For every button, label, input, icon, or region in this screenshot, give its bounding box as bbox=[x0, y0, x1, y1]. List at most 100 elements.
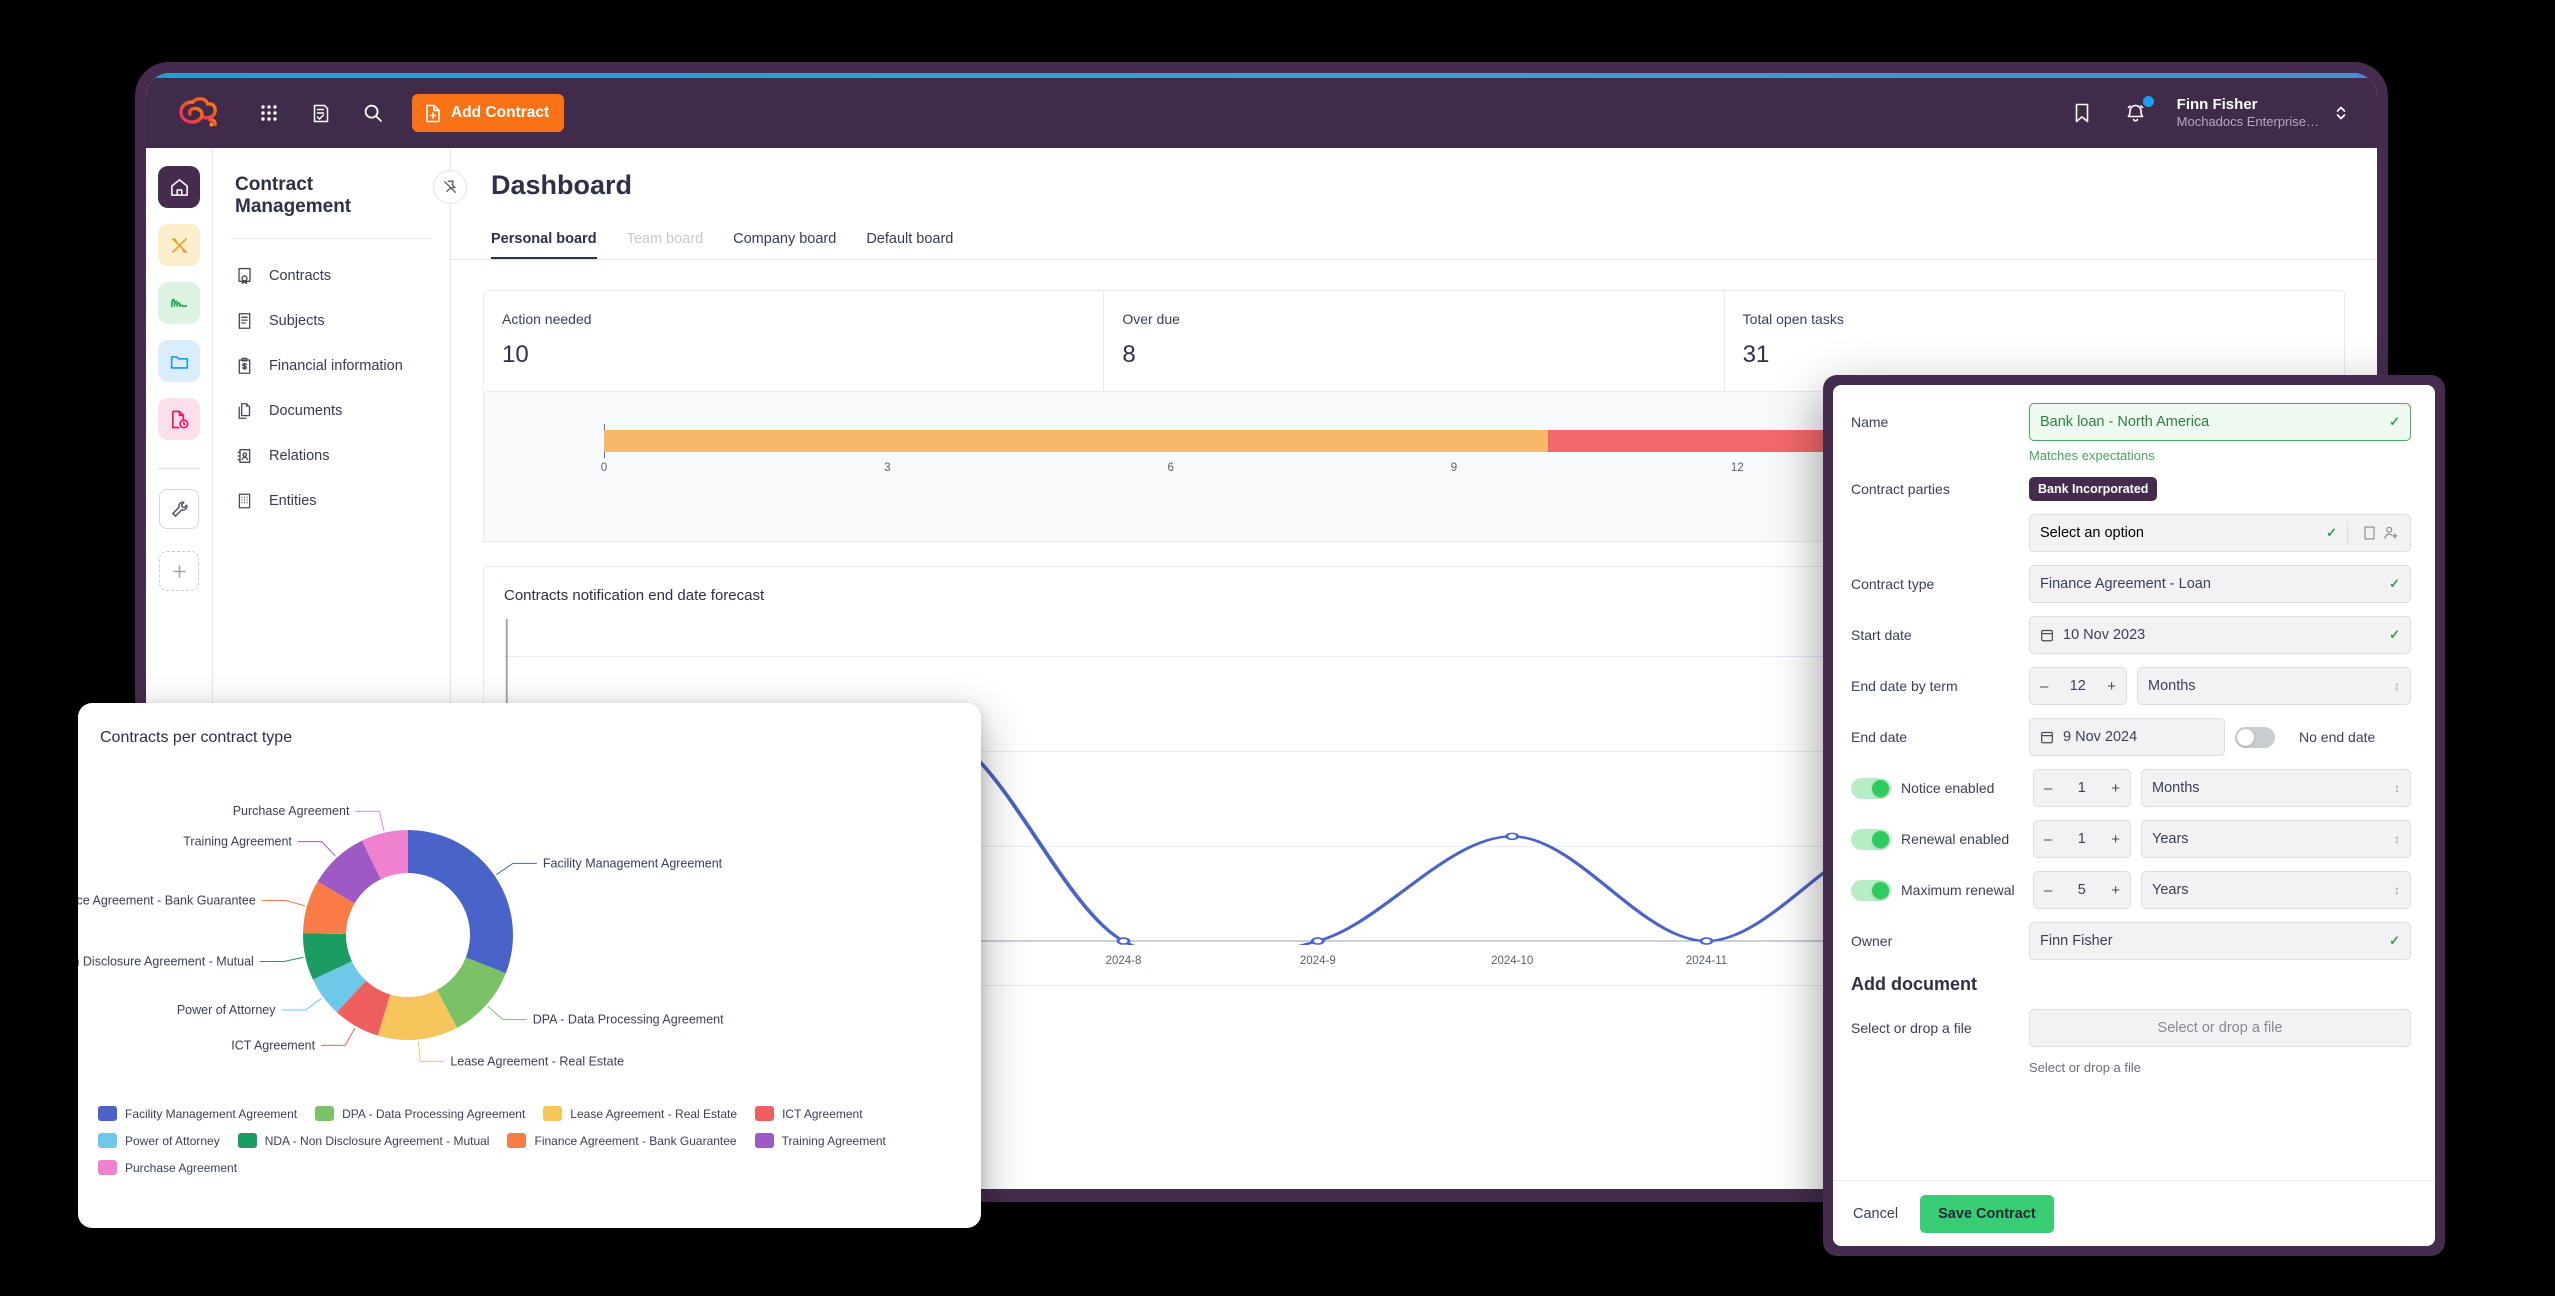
nav-item-label: Contracts bbox=[269, 267, 332, 284]
rail-item-home[interactable] bbox=[158, 166, 200, 208]
legend-swatch bbox=[507, 1133, 527, 1148]
rail-item-documents[interactable] bbox=[158, 340, 200, 382]
end-date-input[interactable]: 9 Nov 2024 bbox=[2029, 718, 2225, 756]
search-icon[interactable] bbox=[360, 100, 386, 126]
document-lines-icon bbox=[235, 311, 254, 330]
add-contract-button[interactable]: Add Contract bbox=[412, 94, 565, 132]
bar-axis-tick-label: 0 bbox=[600, 462, 608, 474]
tab-default-board[interactable]: Default board bbox=[866, 231, 953, 259]
donut-slice[interactable] bbox=[408, 830, 513, 974]
building-icon[interactable] bbox=[2358, 525, 2380, 541]
notice-decrement-button[interactable]: – bbox=[2044, 780, 2052, 797]
donut-slice-label: DPA - Data Processing Agreement bbox=[533, 1013, 724, 1027]
donut-chart-title: Contracts per contract type bbox=[100, 729, 293, 746]
nav-item-documents[interactable]: Documents bbox=[213, 388, 450, 433]
name-input[interactable]: Bank loan - North America ✓ bbox=[2029, 403, 2411, 441]
line-data-point[interactable] bbox=[1310, 937, 1325, 945]
donut-legend-item[interactable]: Training Agreement bbox=[754, 1130, 886, 1151]
donut-legend-item[interactable]: NDA - Non Disclosure Agreement - Mutual bbox=[237, 1130, 489, 1151]
rail-item-settings[interactable] bbox=[159, 489, 199, 529]
donut-legend-item[interactable]: Lease Agreement - Real Estate bbox=[543, 1103, 737, 1124]
notice-enabled-toggle[interactable] bbox=[1851, 777, 1891, 799]
line-data-point[interactable] bbox=[1699, 937, 1714, 945]
line-axis-tick-label: 2024-10 bbox=[1491, 955, 1534, 967]
rail-item-reports[interactable] bbox=[158, 398, 200, 440]
donut-chart-legend: Facility Management Agreement DPA - Data … bbox=[98, 1103, 978, 1178]
party-select[interactable]: Select an option ✓ bbox=[2029, 514, 2411, 552]
term-decrement-button[interactable]: – bbox=[2040, 678, 2048, 695]
notice-enabled-label: Notice enabled bbox=[1901, 780, 1995, 796]
contract-type-select[interactable]: Finance Agreement - Loan ✓ bbox=[2029, 565, 2411, 603]
start-date-input[interactable]: 10 Nov 2023 ✓ bbox=[2029, 616, 2411, 654]
party-chip-bank-incorporated[interactable]: Bank Incorporated bbox=[2029, 477, 2158, 501]
line-data-point[interactable] bbox=[1116, 937, 1131, 945]
field-row-start-date: Start date 10 Nov 2023 ✓ bbox=[1851, 616, 2411, 654]
user-menu[interactable]: Finn Fisher Mochadocs Enterprise… bbox=[2177, 96, 2347, 131]
tab-personal-board[interactable]: Personal board bbox=[491, 231, 597, 259]
nav-item-relations[interactable]: Relations bbox=[213, 433, 450, 478]
max-renewal-decrement-button[interactable]: – bbox=[2044, 882, 2052, 899]
name-label: Name bbox=[1851, 414, 1889, 430]
legend-label: Purchase Agreement bbox=[125, 1160, 238, 1175]
maximum-renewal-toggle[interactable] bbox=[1851, 879, 1891, 901]
nav-item-entities[interactable]: Entities bbox=[213, 478, 450, 523]
bookmark-icon[interactable] bbox=[2069, 100, 2095, 126]
legend-label: Facility Management Agreement bbox=[125, 1106, 298, 1121]
notice-increment-button[interactable]: + bbox=[2111, 780, 2120, 797]
no-end-date-toggle[interactable] bbox=[2235, 726, 2275, 748]
owner-label: Owner bbox=[1851, 933, 1893, 949]
donut-legend-item[interactable]: ICT Agreement bbox=[755, 1103, 863, 1124]
term-increment-button[interactable]: + bbox=[2107, 678, 2116, 695]
renewal-unit-select[interactable]: Years ↕ bbox=[2141, 820, 2411, 858]
contract-form-body: Name Bank loan - North America ✓ Matches… bbox=[1833, 385, 2435, 1075]
field-row-file: Select or drop a file Select or drop a f… bbox=[1851, 1009, 2411, 1047]
renewal-stepper[interactable]: – 1 + bbox=[2033, 820, 2131, 858]
renewal-increment-button[interactable]: + bbox=[2111, 831, 2120, 848]
rail-item-design[interactable] bbox=[158, 224, 200, 266]
donut-legend-item[interactable]: DPA - Data Processing Agreement bbox=[315, 1103, 525, 1124]
tab-company-board[interactable]: Company board bbox=[733, 231, 836, 259]
donut-callout-line bbox=[281, 997, 322, 1011]
donut-legend-item[interactable]: Purchase Agreement bbox=[98, 1157, 237, 1178]
line-data-point[interactable] bbox=[1505, 832, 1520, 841]
notice-stepper[interactable]: – 1 + bbox=[2033, 769, 2131, 807]
max-renewal-unit-select[interactable]: Years ↕ bbox=[2141, 871, 2411, 909]
toggle-knob bbox=[1872, 881, 1889, 899]
rail-item-signing[interactable] bbox=[158, 282, 200, 324]
task-list-icon[interactable] bbox=[308, 100, 334, 126]
nav-item-financial-information[interactable]: Financial information bbox=[213, 343, 450, 388]
name-value: Bank loan - North America bbox=[2040, 414, 2210, 430]
legend-swatch bbox=[754, 1133, 774, 1148]
notice-unit-select[interactable]: Months ↕ bbox=[2141, 769, 2411, 807]
toggle-knob bbox=[1872, 830, 1889, 848]
donut-callout-line bbox=[487, 1005, 527, 1021]
term-unit-select[interactable]: Months ↕ bbox=[2137, 667, 2411, 705]
maximum-renewal-stepper[interactable]: – 5 + bbox=[2033, 871, 2131, 909]
donut-legend-item[interactable]: Power of Attorney bbox=[98, 1130, 220, 1151]
rail-item-add[interactable] bbox=[159, 551, 199, 591]
owner-select[interactable]: Finn Fisher ✓ bbox=[2029, 922, 2411, 960]
donut-legend-item[interactable]: Finance Agreement - Bank Guarantee bbox=[507, 1130, 737, 1151]
add-person-icon[interactable] bbox=[2380, 525, 2402, 541]
save-contract-button[interactable]: Save Contract bbox=[1920, 1194, 2054, 1233]
donut-slice-label: Purchase Agreement bbox=[233, 804, 350, 818]
term-stepper[interactable]: – 12 + bbox=[2029, 667, 2127, 705]
renewal-decrement-button[interactable]: – bbox=[2044, 831, 2052, 848]
grid-apps-icon[interactable] bbox=[256, 100, 282, 126]
bar-segment-action-needed[interactable] bbox=[604, 430, 1549, 452]
kpi-label: Action needed bbox=[502, 311, 592, 327]
nav-item-subjects[interactable]: Subjects bbox=[213, 298, 450, 343]
mochadocs-cloud-logo[interactable] bbox=[170, 93, 226, 133]
kpi-over-due: Over due 8 bbox=[1104, 291, 1725, 391]
valid-check-icon: ✓ bbox=[2389, 576, 2400, 591]
calendar-icon bbox=[2040, 628, 2054, 643]
cancel-button[interactable]: Cancel bbox=[1853, 1206, 1898, 1222]
unpin-icon[interactable] bbox=[433, 170, 467, 204]
notifications[interactable] bbox=[2123, 96, 2154, 126]
max-renewal-increment-button[interactable]: + bbox=[2111, 882, 2120, 899]
renewal-enabled-toggle[interactable] bbox=[1851, 828, 1891, 850]
donut-legend-item[interactable]: Facility Management Agreement bbox=[98, 1103, 297, 1124]
donut-callout-line bbox=[496, 862, 537, 876]
nav-item-contracts[interactable]: Contracts bbox=[213, 253, 450, 298]
file-dropzone[interactable]: Select or drop a file bbox=[2029, 1009, 2411, 1047]
